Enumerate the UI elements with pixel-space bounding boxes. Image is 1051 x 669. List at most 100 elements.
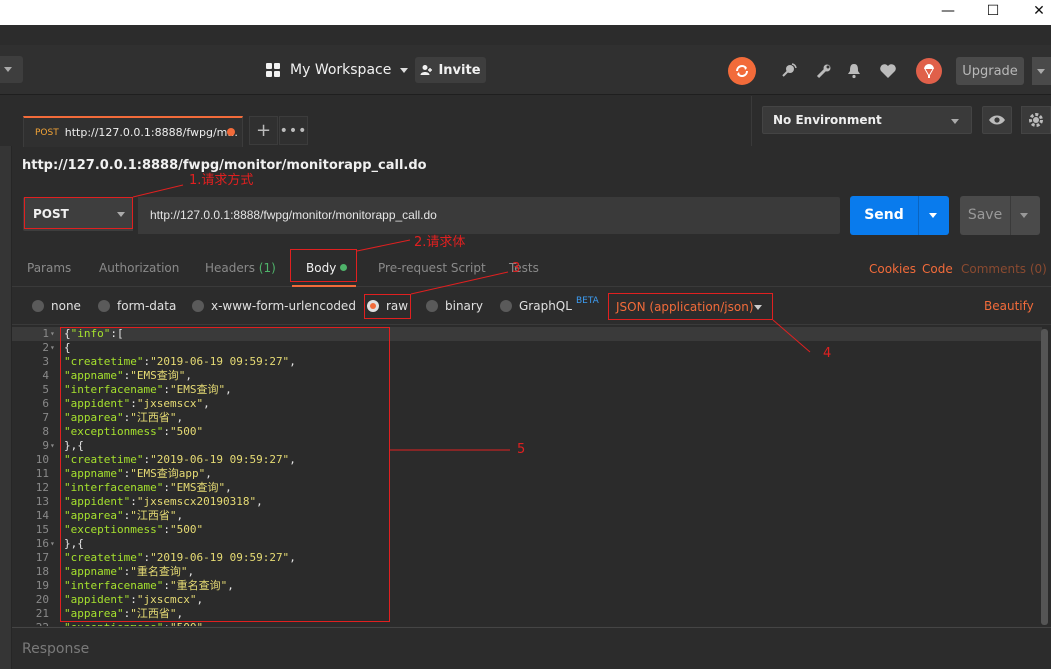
annotation-box-body-json bbox=[60, 327, 390, 622]
beautify-link[interactable]: Beautify bbox=[984, 299, 1034, 313]
environment-quick-look-button[interactable] bbox=[982, 106, 1012, 134]
chevron-down-icon bbox=[951, 119, 959, 124]
fold-toggle-icon[interactable]: ▾ bbox=[50, 327, 55, 341]
sidebar-toggle[interactable] bbox=[0, 56, 23, 83]
plus-icon: + bbox=[255, 120, 272, 141]
line-number: 12 bbox=[35, 481, 49, 494]
request-tab-bar: POST http://127.0.0.1:8888/fwpg/m... + •… bbox=[0, 96, 1051, 147]
eye-icon bbox=[989, 115, 1005, 125]
tab-pre-request-script[interactable]: Pre-request Script bbox=[378, 261, 486, 275]
environment-label: No Environment bbox=[773, 113, 882, 127]
radio-urlencoded[interactable]: x-www-form-urlencoded bbox=[192, 299, 356, 313]
fold-toggle-icon[interactable]: ▾ bbox=[50, 439, 55, 453]
manage-environments-button[interactable] bbox=[1021, 106, 1051, 134]
annotation-1: 1.请求方式 bbox=[189, 173, 254, 188]
chevron-down-icon bbox=[400, 67, 409, 73]
annotation-5: 5 bbox=[517, 442, 526, 457]
save-dropdown-icon[interactable] bbox=[1020, 213, 1028, 218]
url-input[interactable] bbox=[138, 197, 840, 234]
workspace-switcher[interactable]: My Workspace bbox=[266, 60, 409, 80]
response-panel[interactable]: Response bbox=[12, 627, 1051, 669]
headers-count: (1) bbox=[258, 261, 276, 275]
line-number: 6 bbox=[42, 397, 49, 410]
upgrade-dropdown[interactable] bbox=[1032, 57, 1051, 85]
line-number: 11 bbox=[35, 467, 49, 480]
sidebar-edge bbox=[0, 96, 12, 669]
tab-headers[interactable]: Headers (1) bbox=[205, 261, 276, 275]
bell-icon[interactable] bbox=[840, 57, 868, 85]
line-number: 1 bbox=[42, 327, 49, 340]
close-button[interactable]: ✕ bbox=[1016, 0, 1051, 25]
line-number: 14 bbox=[35, 509, 49, 522]
line-number: 19 bbox=[35, 579, 49, 592]
save-label: Save bbox=[967, 207, 1003, 223]
tab-url: http://127.0.0.1:8888/fwpg/m... bbox=[64, 126, 238, 139]
radio-icon bbox=[192, 300, 204, 312]
satellite-icon[interactable] bbox=[775, 57, 803, 85]
send-button[interactable]: Send bbox=[850, 196, 949, 235]
active-tab-indicator bbox=[292, 285, 356, 287]
radio-binary-label: binary bbox=[445, 299, 483, 313]
annotation-box-method bbox=[24, 197, 133, 229]
annotation-2: 2.请求体 bbox=[414, 235, 466, 250]
workspace-label: My Workspace bbox=[290, 62, 392, 78]
add-user-icon bbox=[420, 65, 433, 75]
divider bbox=[1010, 196, 1011, 235]
sync-icon[interactable] bbox=[728, 57, 756, 85]
body-type-selector: none form-data x-www-form-urlencoded raw… bbox=[12, 290, 1051, 324]
line-number: 5 bbox=[42, 383, 49, 396]
send-dropdown-icon[interactable] bbox=[929, 213, 937, 218]
fold-toggle-icon[interactable]: ▾ bbox=[50, 537, 55, 551]
unsaved-dot bbox=[227, 128, 235, 136]
line-number: 15 bbox=[35, 523, 49, 536]
send-label: Send bbox=[864, 207, 904, 223]
editor-scrollbar[interactable] bbox=[1041, 329, 1048, 625]
line-number: 9 bbox=[42, 439, 49, 452]
invite-label: Invite bbox=[438, 62, 481, 78]
request-tab[interactable]: POST http://127.0.0.1:8888/fwpg/m... bbox=[23, 116, 243, 147]
radio-none-label: none bbox=[51, 299, 81, 313]
radio-binary[interactable]: binary bbox=[426, 299, 483, 313]
annotation-box-body bbox=[290, 249, 357, 282]
comments-link[interactable]: Comments (0) bbox=[961, 262, 1047, 276]
radio-form-data[interactable]: form-data bbox=[98, 299, 176, 313]
line-number: 20 bbox=[35, 593, 49, 606]
tab-authorization[interactable]: Authorization bbox=[99, 261, 179, 275]
line-number: 2 bbox=[42, 341, 49, 354]
request-sections: Params Authorization Headers (1) Body Pr… bbox=[12, 249, 1051, 287]
divider bbox=[918, 196, 919, 235]
maximize-button[interactable]: ☐ bbox=[970, 0, 1016, 25]
wrench-icon[interactable] bbox=[810, 57, 838, 85]
avatar[interactable] bbox=[916, 58, 942, 84]
minimize-button[interactable]: — bbox=[925, 0, 971, 25]
tab-method: POST bbox=[35, 127, 59, 138]
radio-icon bbox=[426, 300, 438, 312]
line-number: 21 bbox=[35, 607, 49, 620]
radio-form-data-label: form-data bbox=[117, 299, 177, 313]
environment-select[interactable]: No Environment bbox=[762, 106, 972, 134]
more-tabs-button[interactable]: ••• bbox=[279, 116, 308, 145]
radio-icon bbox=[98, 300, 110, 312]
radio-urlencoded-label: x-www-form-urlencoded bbox=[211, 299, 356, 313]
line-number: 16 bbox=[35, 537, 49, 550]
radio-graphql-label: GraphQL bbox=[519, 299, 572, 313]
fold-toggle-icon[interactable]: ▾ bbox=[50, 341, 55, 355]
cookies-link[interactable]: Cookies bbox=[869, 262, 916, 276]
heart-icon[interactable] bbox=[874, 57, 902, 85]
invite-button[interactable]: Invite bbox=[415, 57, 486, 83]
new-tab-button[interactable]: + bbox=[249, 116, 278, 145]
window-title-bar: — ☐ ✕ bbox=[0, 0, 1051, 25]
divider bbox=[751, 96, 752, 146]
upgrade-button[interactable]: Upgrade bbox=[956, 57, 1024, 85]
ellipsis-icon: ••• bbox=[279, 122, 308, 139]
code-link[interactable]: Code bbox=[922, 262, 953, 276]
gear-icon bbox=[1029, 113, 1043, 127]
beta-badge: BETA bbox=[575, 296, 599, 306]
radio-none[interactable]: none bbox=[32, 299, 81, 313]
response-label: Response bbox=[22, 641, 90, 657]
line-number: 10 bbox=[35, 453, 49, 466]
tab-params[interactable]: Params bbox=[27, 261, 71, 275]
line-number: 13 bbox=[35, 495, 49, 508]
save-button[interactable]: Save bbox=[960, 196, 1040, 235]
radio-graphql[interactable]: GraphQL BETA bbox=[500, 296, 599, 313]
